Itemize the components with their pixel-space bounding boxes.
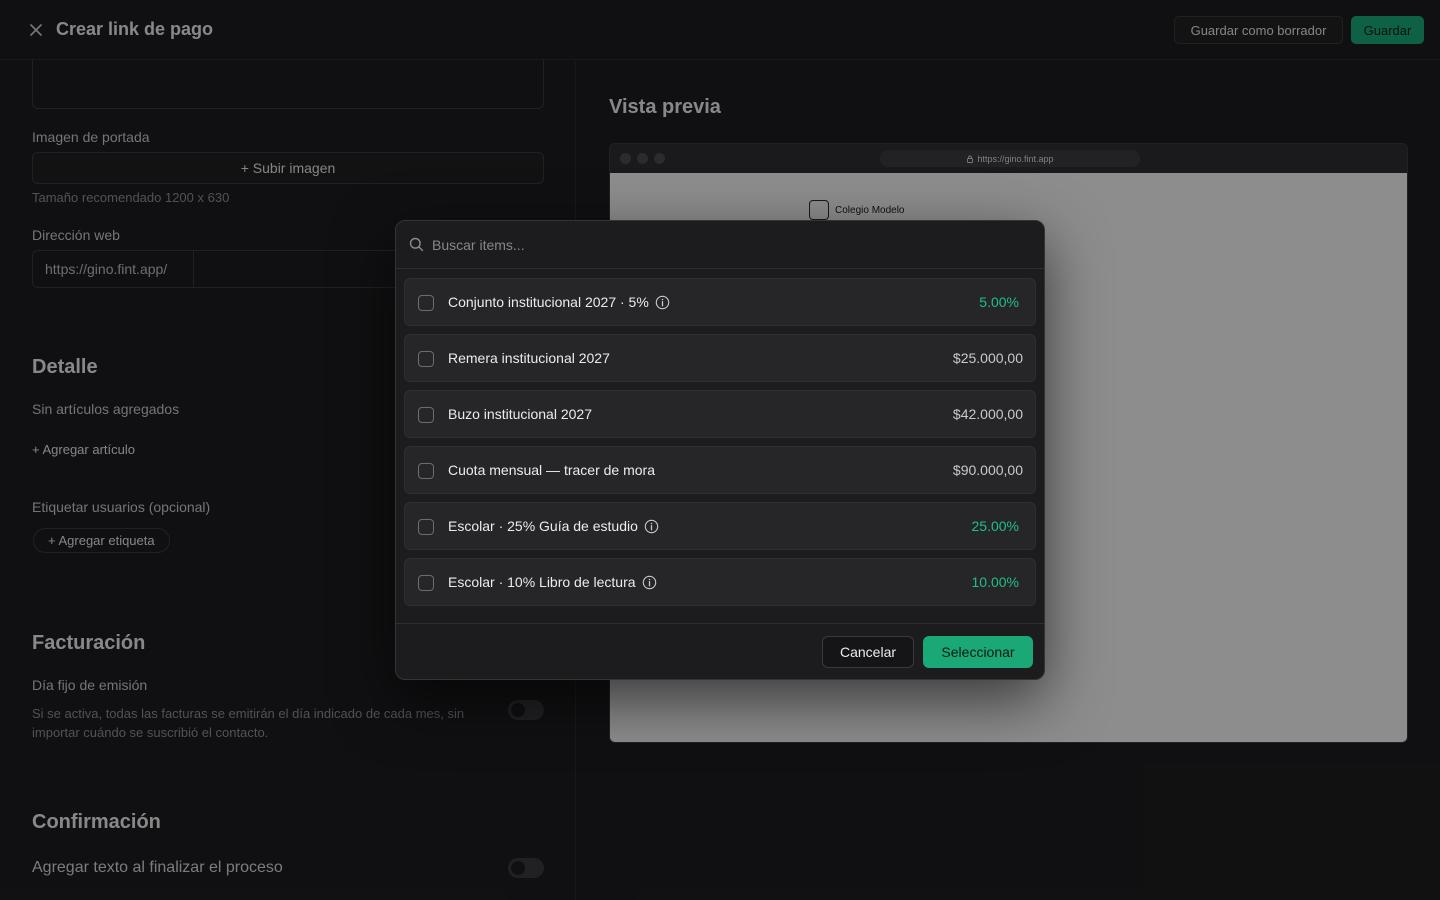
item-label: Cuota mensual — tracer de mora — [448, 462, 655, 478]
item-checkbox[interactable] — [418, 407, 434, 423]
item-label-wrap: Escolar · 10% Libro de lectura — [448, 574, 657, 590]
list-item[interactable]: Buzo institucional 2027 $42.000,00 — [404, 390, 1036, 438]
select-button[interactable]: Seleccionar — [923, 636, 1033, 668]
item-picker-modal: Conjunto institucional 2027 · 5% 5.00% Rem… — [395, 220, 1045, 680]
item-checkbox[interactable] — [418, 295, 434, 311]
item-checkbox[interactable] — [418, 463, 434, 479]
info-icon[interactable] — [644, 519, 659, 534]
item-value: 25.00% — [971, 518, 1019, 534]
item-label: Escolar · 10% Libro de lectura — [448, 574, 636, 590]
item-value: 10.00% — [971, 574, 1019, 590]
search-icon — [409, 237, 424, 252]
item-value: $42.000,00 — [952, 406, 1023, 422]
list-item[interactable]: Conjunto institucional 2027 · 5% 5.00% — [404, 278, 1036, 326]
item-value: $25.000,00 — [952, 350, 1023, 366]
info-icon[interactable] — [655, 295, 670, 310]
item-label: Buzo institucional 2027 — [448, 406, 592, 422]
item-label: Remera institucional 2027 — [448, 350, 610, 366]
list-item[interactable]: Cuota mensual — tracer de mora $90.000,00 — [404, 446, 1036, 494]
list-item[interactable]: Escolar · 25% Guía de estudio 25.00% — [404, 502, 1036, 550]
item-label-wrap: Escolar · 25% Guía de estudio — [448, 518, 659, 534]
cancel-button[interactable]: Cancelar — [822, 636, 914, 668]
item-list: Conjunto institucional 2027 · 5% 5.00% Rem… — [404, 278, 1036, 614]
item-label-wrap: Conjunto institucional 2027 · 5% — [448, 294, 670, 310]
item-value: 5.00% — [979, 294, 1019, 310]
search-input[interactable] — [432, 233, 992, 257]
info-icon[interactable] — [642, 575, 657, 590]
item-checkbox[interactable] — [418, 519, 434, 535]
item-checkbox[interactable] — [418, 575, 434, 591]
item-label: Escolar · 25% Guía de estudio — [448, 518, 638, 534]
list-item[interactable]: Escolar · 10% Libro de lectura 10.00% — [404, 558, 1036, 606]
item-label-wrap: Cuota mensual — tracer de mora — [448, 462, 655, 478]
list-item[interactable]: Remera institucional 2027 $25.000,00 — [404, 334, 1036, 382]
item-label: Conjunto institucional 2027 · 5% — [448, 294, 649, 310]
item-label-wrap: Remera institucional 2027 — [448, 350, 610, 366]
item-value: $90.000,00 — [952, 462, 1023, 478]
item-checkbox[interactable] — [418, 351, 434, 367]
modal-footer: Cancelar Seleccionar — [396, 623, 1044, 679]
search-bar — [396, 221, 1044, 269]
item-label-wrap: Buzo institucional 2027 — [448, 406, 592, 422]
